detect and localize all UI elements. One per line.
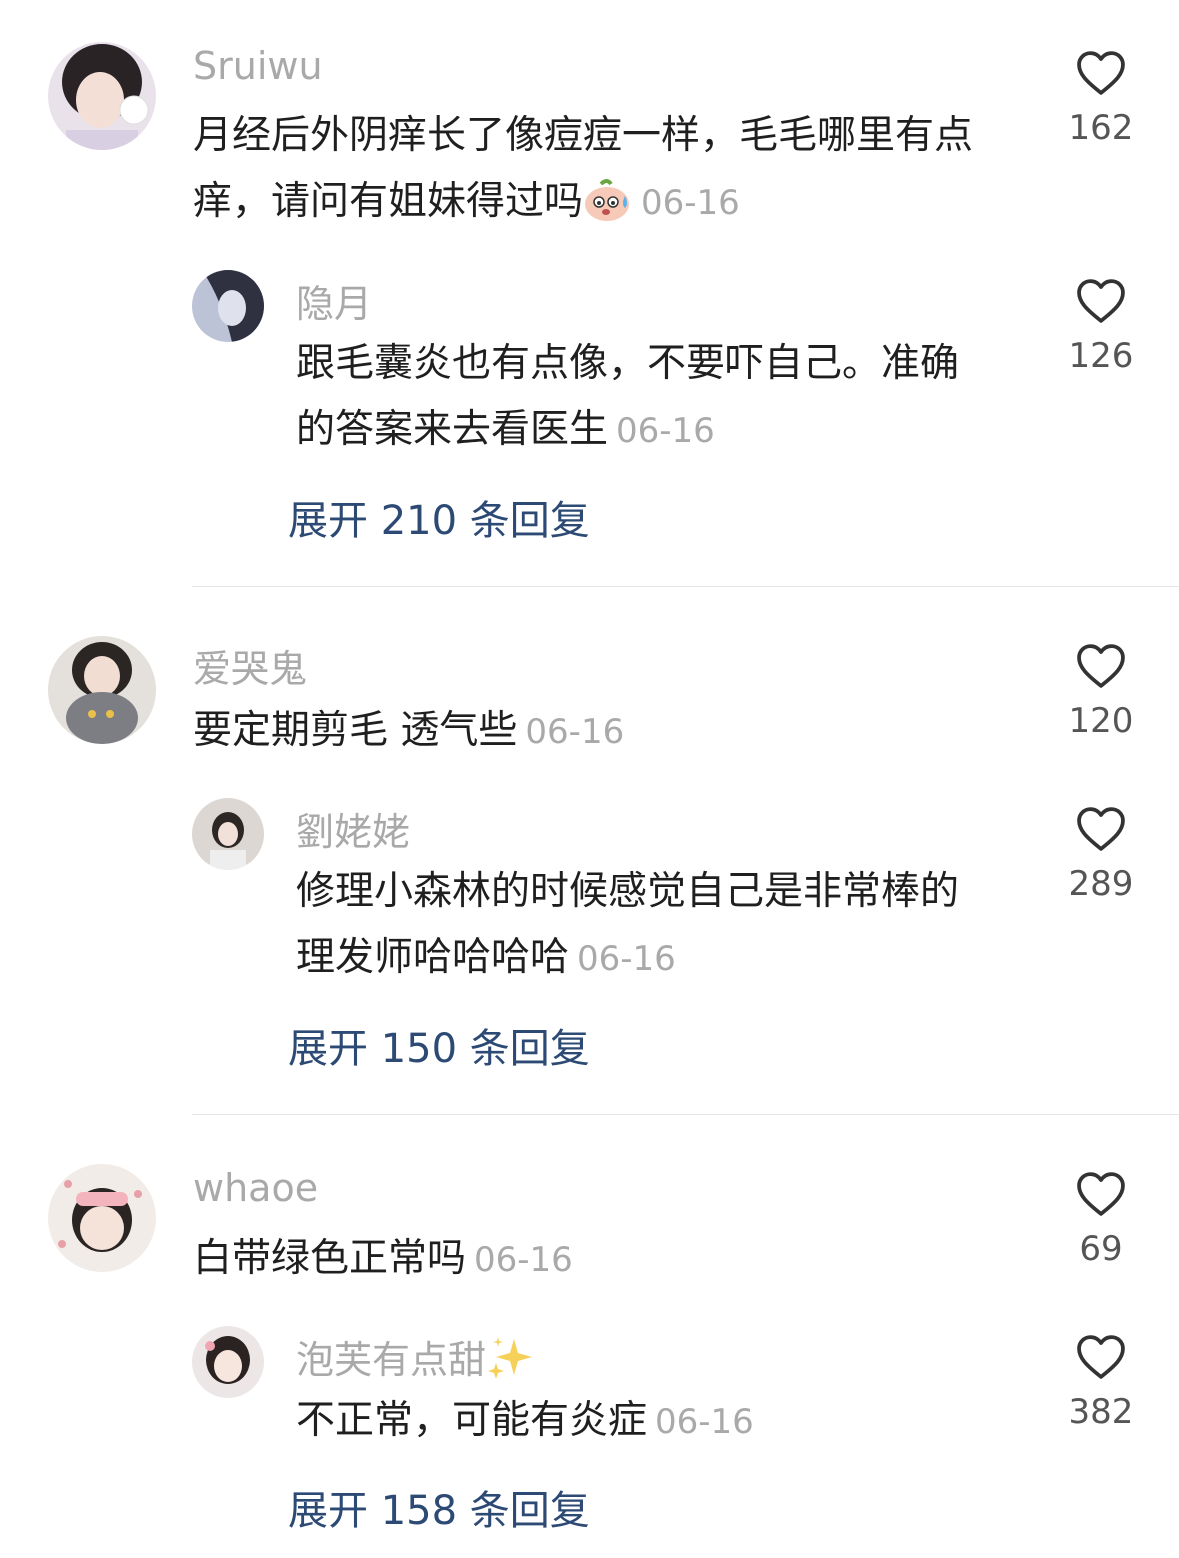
- like-count: 69: [1079, 1229, 1123, 1269]
- like-count: 162: [1068, 108, 1134, 148]
- heart-outline-icon: [1077, 1335, 1125, 1379]
- reply-avatar[interactable]: [192, 1326, 264, 1398]
- username[interactable]: Sruiwu: [193, 44, 323, 88]
- comment-date: 06-16: [474, 1240, 573, 1280]
- reply-text: 不正常，可能有炎症 06-16: [296, 1388, 996, 1455]
- reply-date: 06-16: [577, 939, 676, 979]
- reply-date: 06-16: [616, 411, 715, 451]
- expand-replies-link[interactable]: 展开 158 条回复: [288, 1478, 590, 1536]
- heart-outline-icon: [1077, 51, 1125, 95]
- reply-like-button[interactable]: 382: [1046, 1334, 1156, 1432]
- like-button[interactable]: 120: [1046, 643, 1156, 741]
- reply-like-count: 382: [1068, 1392, 1134, 1432]
- comment-body: 要定期剪毛 透气些: [193, 708, 518, 753]
- reply-text: 修理小森林的时候感觉自己是非常棒的理发师哈哈哈哈 06-16: [296, 859, 996, 992]
- reply-username[interactable]: 劉姥姥: [296, 801, 410, 856]
- heart-outline-icon: [1077, 807, 1125, 851]
- like-button[interactable]: 162: [1046, 50, 1156, 148]
- reply-like-button[interactable]: 126: [1046, 278, 1156, 376]
- sparkles-emoji: [486, 1335, 536, 1390]
- reply-like-button[interactable]: 289: [1046, 806, 1156, 904]
- reply-avatar[interactable]: [192, 798, 264, 870]
- reply-like-count: 289: [1068, 864, 1134, 904]
- expand-replies-link[interactable]: 展开 150 条回复: [288, 1016, 590, 1074]
- comment-date: 06-16: [641, 183, 740, 223]
- heart-outline-icon: [1077, 644, 1125, 688]
- reply-username[interactable]: 隐月: [296, 273, 372, 328]
- heart-outline-icon: [1077, 279, 1125, 323]
- comment-body: 白带绿色正常吗: [193, 1236, 467, 1281]
- username[interactable]: 爱哭鬼: [193, 638, 307, 693]
- reply-username-text: 泡芙有点甜: [296, 1338, 487, 1382]
- reply-date: 06-16: [655, 1402, 754, 1442]
- comment-text: 白带绿色正常吗 06-16: [193, 1226, 1023, 1293]
- like-count: 120: [1068, 701, 1134, 741]
- reply-username[interactable]: 泡芙有点甜: [296, 1329, 536, 1390]
- user-avatar[interactable]: [48, 42, 156, 150]
- comment-text: 月经后外阴痒长了像痘痘一样，毛毛哪里有点痒，请问有姐妹得过吗 06-16: [193, 103, 1023, 243]
- reply-body: 不正常，可能有炎症: [296, 1398, 648, 1443]
- divider: [192, 1114, 1179, 1115]
- heart-outline-icon: [1077, 1172, 1125, 1216]
- reply-like-count: 126: [1068, 336, 1134, 376]
- user-avatar[interactable]: [48, 636, 156, 744]
- user-avatar[interactable]: [48, 1164, 156, 1272]
- expand-replies-link[interactable]: 展开 210 条回复: [288, 488, 590, 546]
- sweat-face-emoji: [583, 176, 633, 243]
- like-button[interactable]: 69: [1046, 1171, 1156, 1269]
- reply-text: 跟毛囊炎也有点像，不要吓自己。准确的答案来去看医生 06-16: [296, 331, 996, 464]
- comment-text: 要定期剪毛 透气些 06-16: [193, 698, 1023, 765]
- reply-avatar[interactable]: [192, 270, 264, 342]
- divider: [192, 586, 1179, 587]
- username[interactable]: whaoe: [193, 1166, 318, 1210]
- comment-date: 06-16: [525, 712, 625, 752]
